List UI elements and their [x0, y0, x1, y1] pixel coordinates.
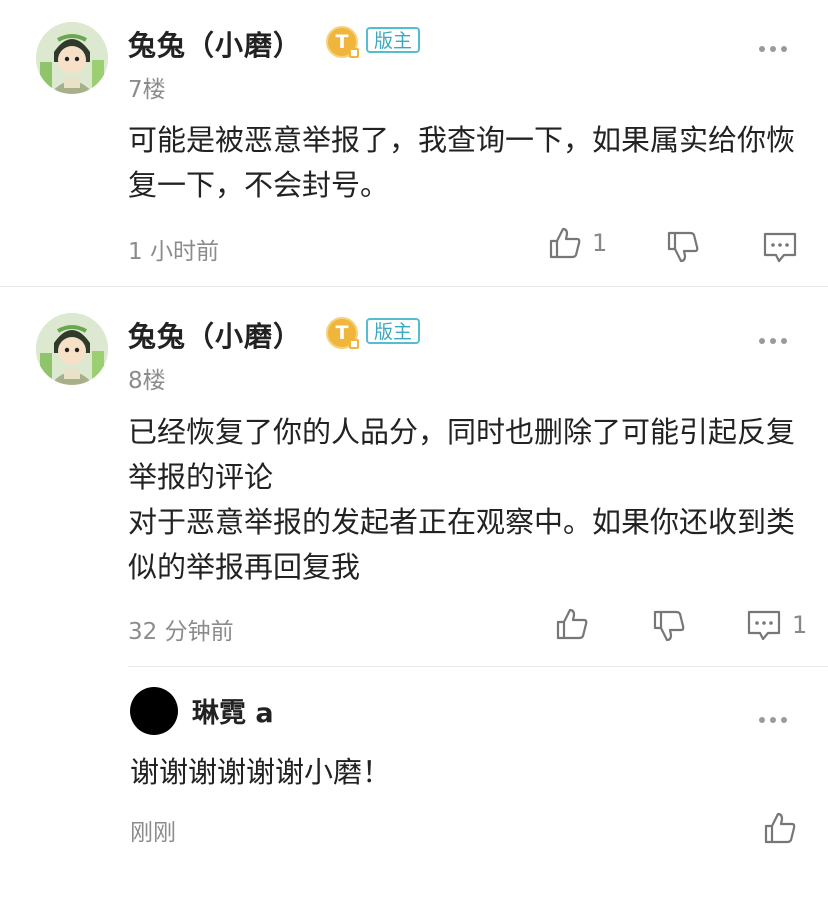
- role-badge: 版主: [366, 27, 421, 53]
- more-icon[interactable]: [758, 337, 788, 345]
- timestamp: 刚刚: [130, 820, 176, 846]
- more-icon[interactable]: [758, 45, 788, 53]
- dislike-button[interactable]: [666, 230, 700, 264]
- comment-item: 兔兔（小磨） T 版主 7楼 可能是被恶意举报了，我查询一下，如果属实给你恢复一…: [0, 0, 828, 285]
- level-badge: T: [326, 26, 359, 58]
- avatar[interactable]: [130, 687, 178, 735]
- avatar[interactable]: [36, 22, 108, 94]
- timestamp: 1 小时前: [128, 239, 219, 265]
- thumbs-down-icon: [653, 610, 685, 642]
- reply-item: 琳霓 a 谢谢谢谢谢谢小磨！ 刚刚: [0, 667, 828, 898]
- like-button[interactable]: [555, 607, 599, 641]
- like-button[interactable]: 1: [548, 226, 607, 260]
- username[interactable]: 琳霓 a: [192, 691, 274, 730]
- timestamp: 32 分钟前: [128, 619, 234, 645]
- level-badge: T: [326, 317, 359, 349]
- username[interactable]: 兔兔（小磨）: [128, 24, 302, 64]
- comment-content: 可能是被恶意举报了，我查询一下，如果属实给你恢复一下，不会封号。: [128, 118, 798, 208]
- floor-number: 8楼: [128, 368, 166, 394]
- reply-button[interactable]: [762, 230, 808, 264]
- content-line: 对于恶意举报的发起者正在观察中。如果你还收到类似的举报再回复我: [128, 505, 796, 584]
- avatar[interactable]: [36, 313, 108, 385]
- thumbs-up-icon: [764, 812, 796, 844]
- reply-button[interactable]: 1: [746, 608, 807, 642]
- content-line: 可能是被恶意举报了，我查询一下，如果属实给你恢复一下，不会封号。: [128, 123, 796, 202]
- floor-number: 7楼: [128, 77, 166, 103]
- content-line: 已经恢复了你的人品分，同时也删除了可能引起反复举报的评论: [128, 415, 796, 494]
- comment-icon: [747, 610, 781, 641]
- thumbs-down-icon: [667, 231, 699, 263]
- thumbs-up-icon: [549, 227, 581, 259]
- more-icon[interactable]: [758, 716, 788, 724]
- thumbs-up-icon: [556, 608, 588, 640]
- comment-content: 已经恢复了你的人品分，同时也删除了可能引起反复举报的评论 对于恶意举报的发起者正…: [128, 410, 798, 590]
- dislike-button[interactable]: [652, 609, 686, 643]
- reply-count: 1: [792, 611, 808, 639]
- username[interactable]: 兔兔（小磨）: [128, 315, 302, 355]
- reply-content: 谢谢谢谢谢谢小磨！: [130, 755, 392, 789]
- like-button[interactable]: [763, 811, 797, 845]
- like-count: 1: [592, 229, 608, 257]
- role-badge: 版主: [366, 318, 421, 344]
- comment-icon: [763, 232, 797, 263]
- comment-item: 兔兔（小磨） T 版主 8楼 已经恢复了你的人品分，同时也删除了可能引起反复举报…: [0, 287, 828, 667]
